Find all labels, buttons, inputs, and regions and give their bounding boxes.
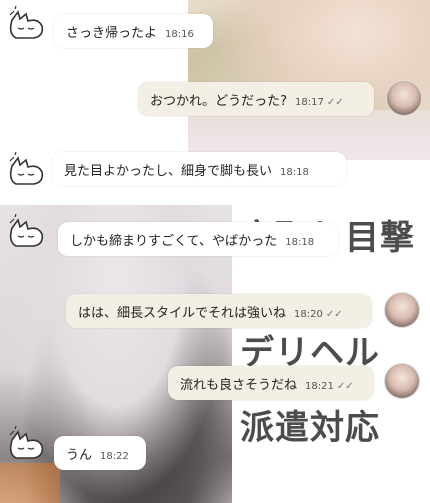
double-check-icon: ✓✓ (325, 309, 343, 320)
message-time: 18:18 (285, 237, 315, 248)
message-text: 見た目よかったし、細身で脚も長い (64, 163, 273, 179)
message-bubble[interactable]: うん 18:22 (54, 436, 146, 470)
contact-avatar-icon[interactable] (6, 426, 48, 462)
message-time: 18:22 (100, 451, 129, 462)
user-avatar[interactable] (384, 292, 420, 328)
message-text: おつかれ。どうだった? (150, 93, 288, 109)
message-bubble[interactable]: しかも締まりすごくて、やばかった 18:18 (58, 222, 338, 256)
message-bubble-mine[interactable]: おつかれ。どうだった? 18:17 ✓✓ (138, 82, 374, 116)
message-text: しかも締まりすごくて、やばかった (70, 233, 278, 249)
message-bubble[interactable]: 見た目よかったし、細身で脚も長い 18:18 (52, 152, 346, 186)
double-check-icon: ✓✓ (326, 97, 344, 108)
contact-avatar-icon[interactable] (6, 214, 48, 250)
overlay-text-3: 派遣対応 (240, 408, 380, 448)
message-text: はは、細長スタイルでそれは強いね (78, 305, 287, 321)
message-bubble-mine[interactable]: 流れも良さそうだね 18:21 ✓✓ (168, 366, 374, 400)
message-time: 18:18 (280, 167, 309, 178)
contact-avatar-icon[interactable] (6, 152, 48, 188)
double-check-icon: ✓✓ (336, 381, 354, 392)
message-time: 18:17 (295, 97, 324, 108)
message-bubble[interactable]: さっき帰ったよ 18:16 (54, 14, 213, 48)
message-time: 18:20 (294, 309, 323, 320)
user-avatar[interactable] (384, 363, 420, 399)
message-bubble-mine[interactable]: はは、細長スタイルでそれは強いね 18:20 ✓✓ (66, 294, 372, 328)
message-time: 18:16 (165, 29, 194, 40)
user-avatar[interactable] (386, 80, 422, 116)
background-photo-top (188, 0, 430, 160)
message-text: 流れも良さそうだね (180, 377, 298, 393)
contact-avatar-icon[interactable] (6, 6, 48, 42)
message-text: うん (66, 447, 93, 463)
message-text: さっき帰ったよ (66, 25, 158, 41)
message-time: 18:21 (305, 381, 334, 392)
